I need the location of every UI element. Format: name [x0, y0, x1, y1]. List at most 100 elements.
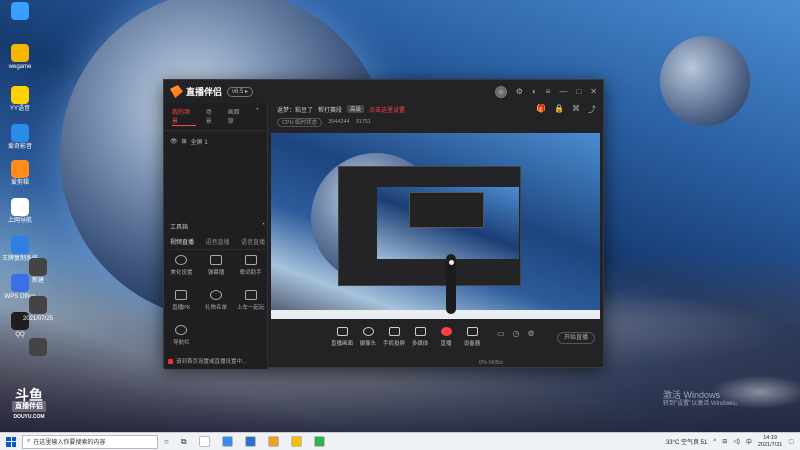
add-icon[interactable]: +: [255, 107, 259, 126]
toolbox-toggle-icon[interactable]: ◔: [261, 222, 265, 231]
taskbar: ⌕ 在这里输入你要搜索的内容 ○ ⧉ 33°C 空气良 51 ^ ⊟ ◁) 中 …: [0, 432, 800, 450]
desktop-icon[interactable]: [18, 338, 58, 358]
desktop-icon[interactable]: 爱剪辑: [0, 160, 40, 187]
record-icon[interactable]: ▭: [497, 329, 505, 338]
taskbar-search[interactable]: ⌕ 在这里输入你要搜索的内容: [22, 434, 158, 449]
desktop-icon[interactable]: 2021/07/25: [18, 296, 58, 323]
notification-icon[interactable]: ▢: [788, 438, 794, 445]
tool-tabs: 视频直播 语音直播 语音直播: [170, 237, 265, 250]
cortana-icon[interactable]: ○: [164, 437, 169, 446]
taskbar-app-icon[interactable]: [313, 436, 325, 447]
taskbar-app-icon[interactable]: [198, 436, 210, 447]
mic-icon: [440, 327, 452, 336]
scene-item[interactable]: 👁 ⊞ 全屏 1: [164, 131, 267, 152]
desktop-icon[interactable]: YY语音: [0, 86, 40, 113]
tool-danmaku[interactable]: 弹幕播: [199, 255, 234, 276]
bottom-message[interactable]: 请到首页设置或直播设置中...: [168, 357, 247, 365]
clock[interactable]: 14:19 2021/7/31: [758, 435, 782, 449]
network-icon[interactable]: ⊟: [722, 438, 727, 445]
scene-tabs: 我的场景 场景 画面源 +: [164, 103, 267, 131]
toolbar-label: 直播画面: [330, 341, 353, 347]
taskbar-app-icon[interactable]: [221, 436, 233, 447]
timer-icon[interactable]: ◷: [513, 329, 520, 338]
ime-icon[interactable]: 中: [746, 437, 752, 446]
window-controls: ⚙ ◐ ≡ — □ ✕: [494, 85, 597, 98]
volume-slider[interactable]: [446, 254, 456, 314]
tool-lyrics[interactable]: 歌词助手: [233, 255, 268, 276]
tool-tab-voice[interactable]: 语音直播: [205, 237, 229, 246]
maximize-icon[interactable]: □: [576, 87, 581, 96]
chevron-up-icon[interactable]: ^: [713, 439, 716, 445]
room-settings-link[interactable]: 点击这里设置: [369, 105, 405, 114]
lock-icon[interactable]: 🔒: [554, 104, 564, 115]
desktop-icon-label: 上网导航: [7, 218, 32, 224]
desktop-icon[interactable]: 新建: [18, 258, 58, 285]
lock-icon[interactable]: ⊞: [182, 138, 187, 145]
desktop-icon[interactable]: 爱奇影音: [0, 124, 40, 151]
tool-label: 直播PK: [172, 305, 191, 311]
tool-label: 歌词助手: [239, 270, 262, 276]
clock-date: 2021/7/31: [757, 441, 783, 448]
tool-beauty[interactable]: 美化设置: [164, 255, 199, 276]
mic-button[interactable]: 直播: [433, 327, 459, 347]
tool-gift[interactable]: 礼物名单: [199, 290, 234, 311]
close-icon[interactable]: ✕: [590, 87, 597, 96]
slider-knob[interactable]: [448, 260, 454, 265]
desktop-icon[interactable]: [0, 2, 40, 22]
tab-my-scene[interactable]: 我的场景: [172, 107, 196, 126]
room-category[interactable]: 帮打赛段: [318, 105, 342, 114]
bottom-toolbar: 直播画面 摄像头 手机投屏 多媒体 直播 设备器 ▭ ◷ ⚙ 开始直播: [269, 321, 604, 369]
desktop-icon[interactable]: 上网导航: [0, 198, 40, 225]
desktop-icon-label: 爱剪辑: [10, 180, 29, 186]
link-icon[interactable]: ⌘: [572, 104, 580, 115]
speaker-button[interactable]: 设备器: [459, 327, 485, 347]
tab-source[interactable]: 画面源: [228, 107, 246, 126]
settings-icon[interactable]: ⚙: [516, 87, 523, 96]
tool-pk[interactable]: 直播PK: [164, 290, 199, 311]
tool-label: 美化设置: [170, 270, 193, 276]
avatar[interactable]: [494, 85, 507, 98]
tab-scene[interactable]: 场景: [206, 107, 218, 126]
skin-icon[interactable]: ◐: [532, 87, 537, 96]
monitor-icon: [336, 327, 348, 336]
tool-tab-voice2[interactable]: 语音直播: [241, 237, 265, 246]
status-bar: 0% 0KB/s: [479, 360, 504, 366]
taskbar-app-icon[interactable]: [244, 436, 256, 447]
taskbar-app-icon[interactable]: [290, 436, 302, 447]
minimize-icon[interactable]: —: [559, 87, 567, 96]
tool-car[interactable]: 上车一起玩: [233, 290, 268, 311]
weather-text[interactable]: 33°C 空气良 51: [666, 437, 707, 446]
tool-nav[interactable]: 导航栏: [164, 325, 199, 346]
app-icon: [29, 296, 47, 314]
gear-icon[interactable]: ⚙: [528, 329, 535, 338]
desktop-icon-label: 新建: [31, 278, 44, 284]
windows-start-icon[interactable]: [6, 436, 16, 447]
taskbar-app-icon[interactable]: [267, 436, 279, 447]
camera-button[interactable]: 摄像头: [355, 327, 381, 347]
watermark-line3: DOUYU.COM: [13, 414, 45, 420]
watermark-line1: 斗鱼: [15, 387, 43, 403]
version-badge[interactable]: v6.5 ▸: [227, 86, 254, 97]
eye-icon[interactable]: 👁: [170, 138, 178, 145]
desktop-icon-label: wegame: [8, 64, 32, 70]
menu-icon[interactable]: ≡: [546, 87, 551, 96]
gift-box-icon[interactable]: 🎁: [536, 104, 546, 115]
screen-capture-button[interactable]: 直播画面: [329, 327, 355, 347]
cpu-status: CPU 临时状态: [277, 117, 323, 127]
app-icon: [11, 124, 29, 142]
media-button[interactable]: 多媒体: [407, 327, 433, 347]
start-live-button[interactable]: 开始直播: [557, 332, 595, 344]
volume-icon[interactable]: ◁): [733, 438, 740, 445]
desktop-icon[interactable]: wegame: [0, 44, 40, 71]
task-view-icon[interactable]: ⧉: [181, 437, 187, 447]
tool-label: 礼物名单: [204, 305, 227, 311]
logo-text: 直播伴侣: [186, 87, 223, 97]
live-preview[interactable]: [271, 133, 600, 319]
beauty-icon: [175, 255, 188, 265]
camera-icon: [362, 327, 374, 336]
phone-cast-button[interactable]: 手机投屏: [381, 327, 407, 347]
pk-icon: [175, 290, 188, 300]
tool-tab-video[interactable]: 视频直播: [170, 237, 194, 246]
watermark-line2: 直播伴侣: [12, 401, 46, 412]
share-icon[interactable]: ⤴: [588, 104, 596, 115]
